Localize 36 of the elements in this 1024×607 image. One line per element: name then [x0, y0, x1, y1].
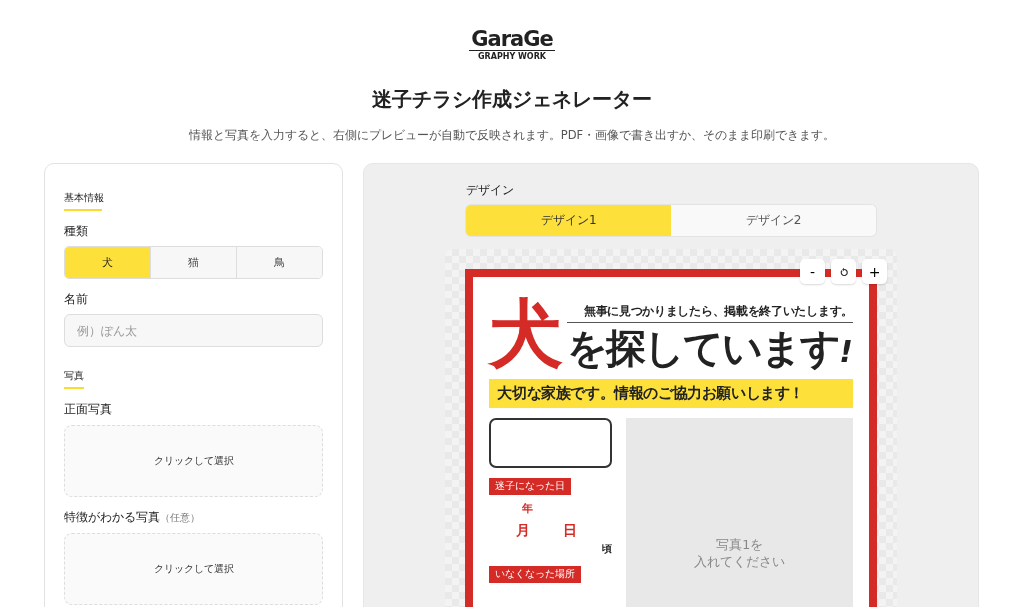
field-label: 種類: [64, 223, 89, 240]
name-field[interactable]: 例）ぽん太: [64, 314, 324, 347]
species-option[interactable]: 犬: [65, 247, 151, 278]
design-option[interactable]: デザイン2: [671, 205, 876, 236]
day-unit: 日: [563, 522, 578, 540]
optional-note: （任意）: [160, 511, 200, 525]
logo-tagline: GRAPHY WORK: [477, 52, 546, 61]
photo-upload-area[interactable]: クリックして選択: [64, 425, 324, 497]
flyer-notice: 無事に見つかりましたら、掲載を終了いたします。: [567, 304, 853, 323]
field-label: 名前: [64, 291, 89, 308]
page-title: 迷子チラシ作成ジェネレーター: [372, 86, 652, 113]
species-option[interactable]: 鳥: [236, 247, 323, 278]
zoom-out-button[interactable]: -: [800, 259, 825, 284]
field-label: デザイン: [466, 182, 516, 199]
reset-zoom-button[interactable]: [831, 259, 856, 284]
field-label: 特徴がわかる写真: [64, 509, 160, 526]
flyer-headline: を探しています: [567, 324, 840, 373]
flyer-label: いなくなった場所: [489, 566, 582, 583]
flyer-exclamation: !: [839, 333, 853, 371]
approx-suffix: 頃: [602, 542, 613, 556]
flyer-species: 犬: [489, 293, 564, 373]
flyer-banner: 大切な家族です。情報のご協力お願いします！: [489, 379, 853, 408]
reset-icon: [838, 266, 849, 277]
year-unit: 年: [522, 501, 534, 516]
design-option[interactable]: デザイン1: [466, 205, 672, 236]
species-option[interactable]: 猫: [150, 247, 237, 278]
month-unit: 月: [516, 522, 531, 540]
photo-upload-area[interactable]: クリックして選択: [64, 533, 324, 605]
page-description: 情報と写真を入力すると、右側にプレビューが自動で反映されます。PDF・画像で書き出すか、そのまま印刷できます。: [188, 127, 836, 143]
flyer-label: 迷子になった日: [489, 478, 572, 495]
logo-wordmark: GaraGe: [469, 28, 555, 51]
section-heading: 写真: [64, 369, 84, 389]
zoom-in-button[interactable]: +: [862, 259, 887, 284]
photo-hint: 写真1を 入れてください: [694, 536, 786, 570]
field-label: 正面写真: [64, 401, 112, 418]
section-heading: 基本情報: [64, 191, 104, 211]
